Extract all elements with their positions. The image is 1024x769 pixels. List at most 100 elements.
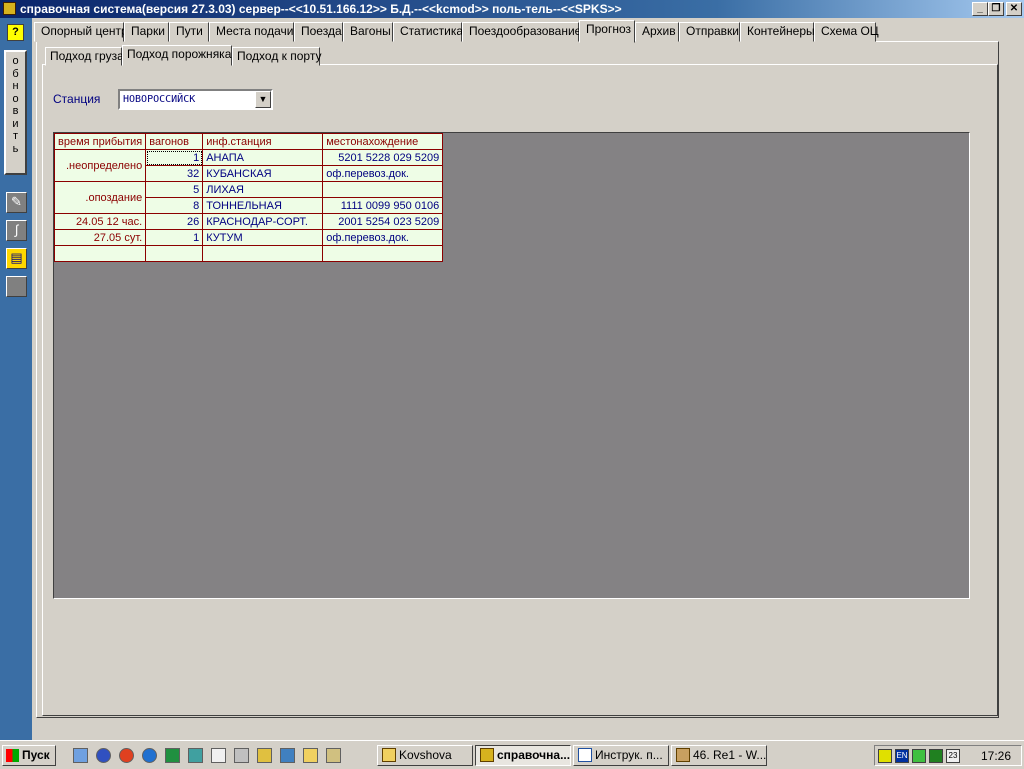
clock[interactable]: 17:26 bbox=[981, 749, 1011, 763]
printer-icon[interactable] bbox=[929, 749, 943, 763]
task-instruktsiya[interactable]: Инструк. п... bbox=[573, 745, 669, 766]
notepad-icon[interactable] bbox=[211, 748, 226, 763]
task-kovshova[interactable]: Kovshova bbox=[377, 745, 473, 766]
subtab-podhod-gruza[interactable]: Подход груза bbox=[45, 47, 124, 66]
calculator-icon[interactable] bbox=[188, 748, 203, 763]
task-spravochnaya[interactable]: справочна... bbox=[475, 745, 571, 766]
tab-puti[interactable]: Пути bbox=[169, 22, 209, 42]
task-label: справочна... bbox=[497, 748, 571, 762]
refresh-button[interactable]: о б н о в и т ь bbox=[4, 50, 27, 175]
table-row[interactable]: 27.05 сут. 1 КУТУМ оф.перевоз.док. bbox=[53, 229, 444, 246]
internet-explorer-icon[interactable] bbox=[142, 748, 157, 763]
left-toolbar: ? о б н о в и т ь ✎ ∫ ▤ bbox=[0, 18, 32, 740]
help-button[interactable]: ? bbox=[7, 24, 24, 41]
tab-opornyi-centr[interactable]: Опорный центр bbox=[34, 22, 128, 42]
station-cell: АНАПА bbox=[202, 149, 324, 166]
mail-icon[interactable] bbox=[326, 748, 341, 763]
volume-icon[interactable] bbox=[878, 749, 892, 763]
arrival-time-cell: .опоздание bbox=[53, 181, 147, 214]
table-header-row: время прибытия вагонов инф.станция место… bbox=[53, 133, 444, 150]
folder-icon[interactable] bbox=[303, 748, 318, 763]
refresh-letter: в bbox=[12, 105, 19, 117]
table-row[interactable]: .опоздание 5 ЛИХАЯ bbox=[53, 181, 444, 214]
windows-flag-icon bbox=[6, 749, 19, 762]
chevron-down-icon[interactable]: ▼ bbox=[255, 91, 271, 108]
mail-icon bbox=[676, 748, 690, 762]
curve-icon[interactable]: ∫ bbox=[6, 220, 27, 241]
tools-icon[interactable] bbox=[234, 748, 249, 763]
tab-konteinery[interactable]: Контейнеры bbox=[740, 22, 815, 42]
subtab-podhod-porozhnyaka[interactable]: Подход порожняка bbox=[122, 45, 232, 66]
column-header-time[interactable]: время прибытия bbox=[53, 133, 147, 150]
tab-vagony[interactable]: Вагоны bbox=[343, 22, 393, 42]
station-select[interactable]: НОВОРОССИЙСК ▼ bbox=[118, 89, 273, 110]
wagons-cell: 32 bbox=[145, 165, 204, 182]
msn-icon[interactable] bbox=[96, 748, 111, 763]
tab-arhiv[interactable]: Архив bbox=[635, 22, 679, 42]
task-label: Инструк. п... bbox=[595, 748, 663, 762]
tab-parki[interactable]: Парки bbox=[124, 22, 169, 42]
tab-statistika[interactable]: Статистика bbox=[393, 22, 463, 42]
messenger-icon[interactable] bbox=[119, 748, 134, 763]
minimize-button[interactable]: _ bbox=[972, 2, 988, 16]
table-row[interactable]: .неопределено 1 АНАПА 5201 5228 029 5209 bbox=[53, 149, 444, 182]
pencil-icon[interactable] bbox=[257, 748, 272, 763]
station-cell: КУТУМ bbox=[202, 229, 324, 246]
wagons-cell: 1 bbox=[145, 229, 204, 246]
wagons-cell[interactable]: 1 bbox=[145, 149, 204, 166]
folder-icon bbox=[382, 748, 396, 762]
wagons-cell: 8 bbox=[145, 197, 204, 214]
arrival-time-cell: 27.05 сут. bbox=[53, 229, 147, 246]
word-icon bbox=[578, 748, 592, 762]
refresh-letter: т bbox=[12, 130, 19, 142]
refresh-letter: о bbox=[12, 92, 19, 105]
tab-poezda[interactable]: Поезда bbox=[294, 22, 343, 42]
task-label: Kovshova bbox=[399, 748, 452, 762]
desktop-icon[interactable] bbox=[73, 748, 88, 763]
tab-prognoz[interactable]: Прогноз bbox=[579, 20, 635, 43]
column-header-station[interactable]: инф.станция bbox=[202, 133, 324, 150]
refresh-letter: и bbox=[12, 117, 19, 130]
wagons-cell: 26 bbox=[145, 213, 204, 230]
restore-button[interactable]: ❐ bbox=[988, 2, 1004, 16]
station-cell: ЛИХАЯ bbox=[202, 181, 324, 198]
system-tray: EN 23 17:26 bbox=[874, 745, 1022, 766]
tab-poezdoobrazovanie[interactable]: Поездообразование bbox=[462, 22, 581, 42]
pen-icon[interactable]: ✎ bbox=[6, 192, 27, 213]
column-header-wagons[interactable]: вагонов bbox=[145, 133, 204, 150]
station-label: Станция bbox=[53, 92, 101, 106]
location-cell bbox=[322, 181, 444, 198]
task-re1[interactable]: 46. Re1 - W... bbox=[671, 745, 767, 766]
refresh-letter: б bbox=[12, 67, 19, 80]
tab-shema-oc[interactable]: Схема ОЦ bbox=[814, 22, 879, 42]
tab-mesta-podachi[interactable]: Места подачи bbox=[209, 22, 294, 42]
arrival-time-cell: 24.05 12 час. bbox=[53, 213, 147, 230]
station-cell: КУБАНСКАЯ bbox=[202, 165, 324, 182]
station-value: НОВОРОССИЙСК bbox=[123, 94, 196, 105]
tab-otpravki[interactable]: Отправки bbox=[679, 22, 740, 42]
column-header-location[interactable]: местонахождение bbox=[322, 133, 444, 150]
refresh-letter: о bbox=[12, 55, 19, 67]
excel-icon[interactable] bbox=[165, 748, 180, 763]
wagons-cell: 5 bbox=[145, 181, 204, 198]
forecast-table: время прибытия вагонов инф.станция место… bbox=[53, 133, 444, 262]
language-indicator[interactable]: EN bbox=[895, 749, 909, 763]
table-row[interactable] bbox=[53, 245, 444, 262]
tray-app-icon[interactable] bbox=[912, 749, 926, 763]
location-cell: оф.перевоз.док. bbox=[322, 165, 444, 182]
location-cell: 5201 5228 029 5209 bbox=[322, 149, 444, 166]
calendar-icon[interactable]: 23 bbox=[946, 749, 960, 763]
station-cell bbox=[202, 245, 324, 262]
task-label: 46. Re1 - W... bbox=[693, 748, 767, 762]
wagons-cell bbox=[145, 245, 204, 262]
blank-tool-icon[interactable] bbox=[6, 276, 27, 297]
refresh-letter: н bbox=[12, 80, 19, 92]
window-title: справочная система(версия 27.3.03) серве… bbox=[20, 2, 622, 16]
title-bar: справочная система(версия 27.3.03) серве… bbox=[0, 0, 1024, 18]
folder-icon[interactable]: ▤ bbox=[6, 248, 27, 269]
table-row[interactable]: 24.05 12 час. 26 КРАСНОДАР-СОРТ. 2001 52… bbox=[53, 213, 444, 230]
network-icon[interactable] bbox=[280, 748, 295, 763]
subtab-podhod-k-portu[interactable]: Подход к порту bbox=[232, 47, 321, 66]
start-button[interactable]: Пуск bbox=[2, 745, 56, 766]
close-button[interactable]: ✕ bbox=[1006, 2, 1022, 16]
